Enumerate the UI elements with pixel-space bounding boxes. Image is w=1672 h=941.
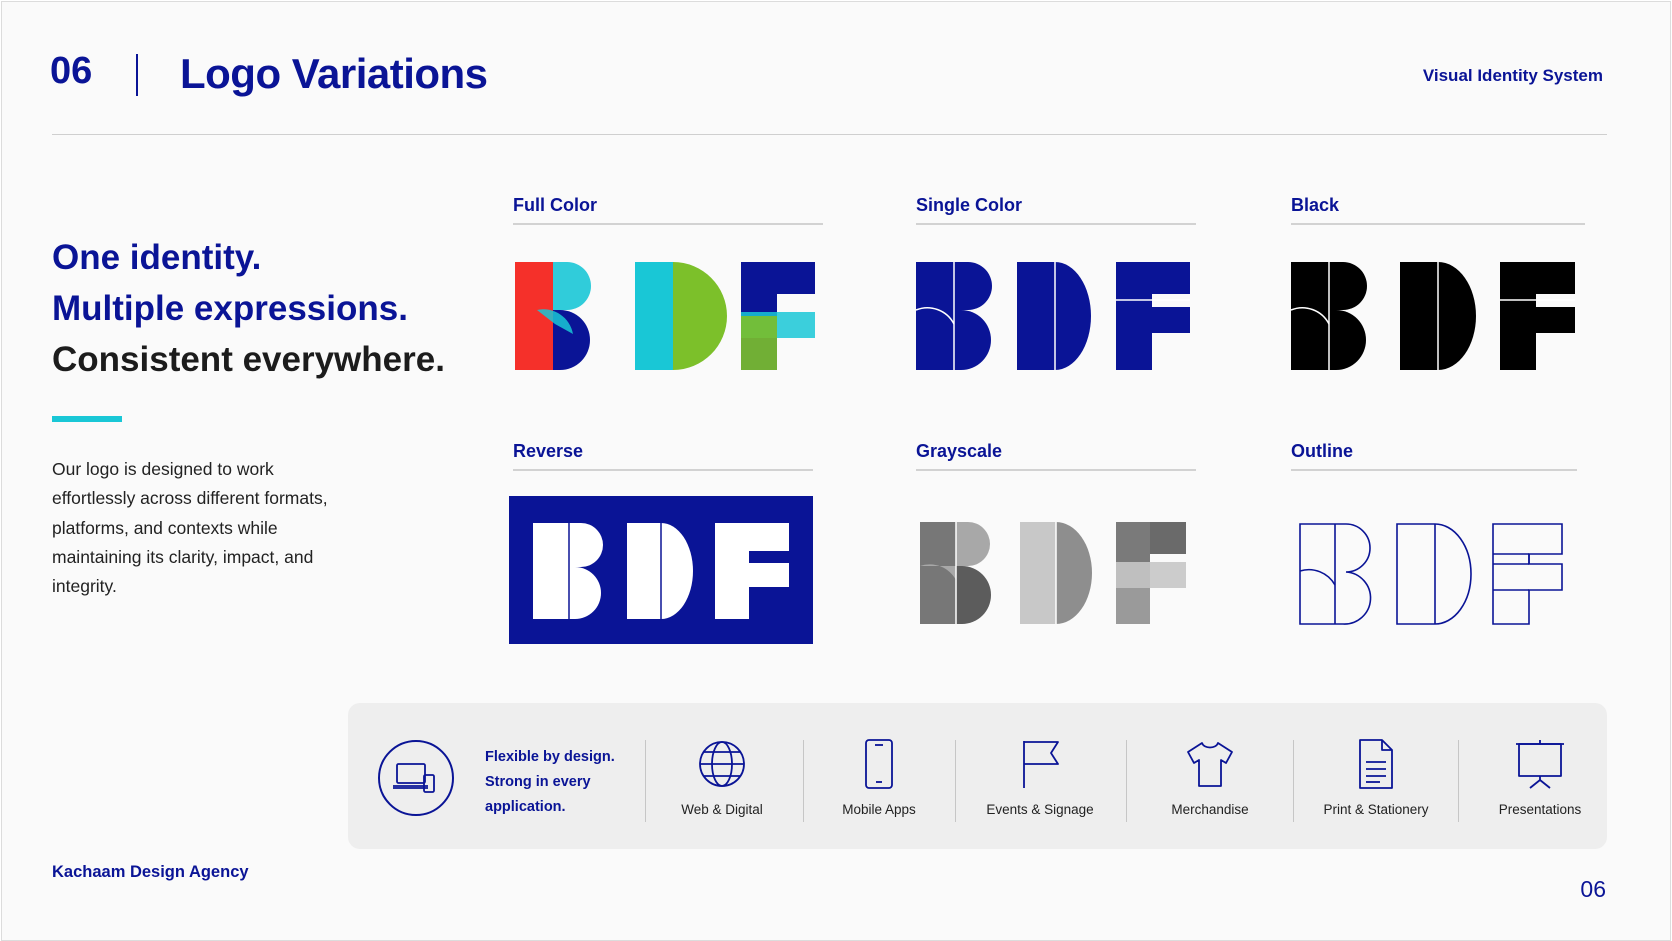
body-copy: Our logo is designed to work effortlessl… <box>52 459 328 597</box>
logo-outline <box>1299 523 1563 625</box>
header-rule <box>52 134 1607 135</box>
headline-line-1: One identity. <box>52 238 262 277</box>
app-label: Merchandise <box>1171 802 1249 817</box>
variant-rule <box>1291 469 1577 471</box>
variant-label: Single Color <box>916 195 1023 215</box>
headline-line-3: Consistent everywhere. <box>52 340 445 379</box>
variant-label: Full Color <box>513 195 597 215</box>
variant-rule <box>916 469 1196 471</box>
variant-label: Grayscale <box>916 441 1003 461</box>
app-label: Mobile Apps <box>842 802 916 817</box>
app-label: Print & Stationery <box>1323 802 1429 817</box>
variant-single-color: Single Color <box>915 195 1196 395</box>
document-icon <box>1359 739 1393 789</box>
tshirt-icon <box>1187 742 1233 787</box>
variant-reverse: Reverse <box>509 441 813 651</box>
app-label: Presentations <box>1498 802 1582 817</box>
variant-rule <box>513 223 823 225</box>
strip-divider <box>1293 740 1294 822</box>
logo-black <box>1290 262 1575 370</box>
flag-icon <box>1023 741 1059 788</box>
section-number: 06 <box>50 50 93 92</box>
variant-rule <box>1291 223 1585 225</box>
variant-rule <box>513 469 813 471</box>
strip-divider <box>955 740 956 822</box>
presentation-icon <box>1516 740 1564 789</box>
page-number: 06 <box>1580 876 1606 902</box>
variant-outline: Outline <box>1291 441 1577 651</box>
app-events-signage: Events & Signage <box>965 739 1115 817</box>
strip-divider <box>645 740 646 822</box>
strip-divider <box>1126 740 1127 822</box>
app-label: Web & Digital <box>681 802 763 817</box>
logo-single-color <box>915 262 1190 370</box>
logo-full-color <box>515 262 815 370</box>
variant-label: Outline <box>1291 441 1353 461</box>
app-web-digital: Web & Digital <box>647 739 797 817</box>
logo-grayscale <box>920 522 1186 624</box>
page-title: Logo Variations <box>180 50 488 97</box>
variant-label: Reverse <box>513 441 584 461</box>
app-merchandise: Merchandise <box>1135 739 1285 817</box>
strip-divider <box>1458 740 1459 822</box>
app-label: Events & Signage <box>986 802 1094 817</box>
slide: 06 Logo Variations Visual Identity Syste… <box>1 1 1671 941</box>
mobile-icon <box>865 739 893 789</box>
app-mobile: Mobile Apps <box>804 739 954 817</box>
variant-grayscale: Grayscale <box>916 441 1196 651</box>
globe-icon <box>699 741 745 787</box>
devices-icon <box>378 740 454 816</box>
accent-bar <box>52 416 122 422</box>
variant-full-color: Full Color <box>513 195 823 395</box>
footer-brand: Kachaam Design Agency <box>52 863 249 881</box>
app-presentations: Presentations <box>1465 739 1615 817</box>
variant-rule <box>916 223 1196 225</box>
document-label: Visual Identity System <box>1422 66 1603 85</box>
variant-label: Black <box>1291 195 1340 215</box>
application-strip: Flexible by design. Strong in every appl… <box>348 703 1607 849</box>
headline-line-2: Multiple expressions. <box>52 289 408 328</box>
strip-tagline: Flexible by design. Strong in every appl… <box>485 749 615 815</box>
logo-reverse <box>509 496 813 644</box>
headline: One identity. Multiple expressions. Cons… <box>52 232 445 385</box>
header-divider <box>136 54 138 96</box>
app-print-stationery: Print & Stationery <box>1301 739 1451 817</box>
variant-black: Black <box>1290 195 1585 395</box>
